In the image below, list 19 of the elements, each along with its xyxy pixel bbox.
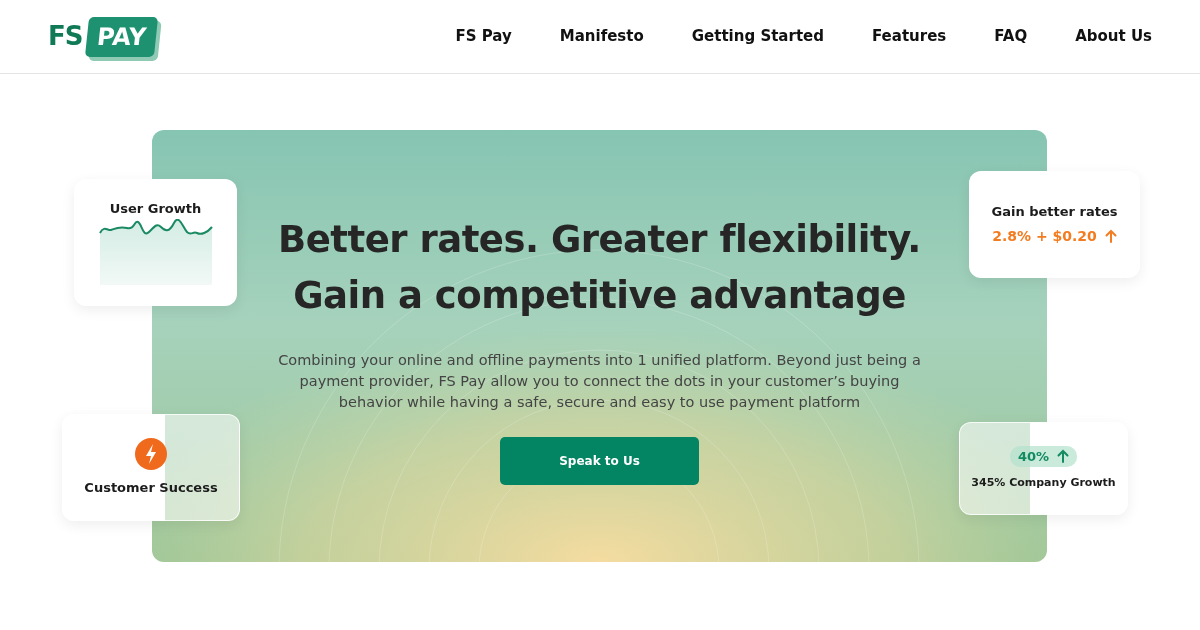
nav-link[interactable]: Features [871, 25, 947, 48]
rate-value: 2.8% + $0.20 [992, 226, 1097, 246]
nav-link[interactable]: FAQ [994, 25, 1028, 48]
card-title: Gain better rates [991, 203, 1118, 222]
card-title: Customer Success [84, 478, 218, 497]
nav-link[interactable]: Manifesto [559, 25, 644, 48]
growth-value: 40% [1017, 447, 1050, 466]
card-title: User Growth [109, 200, 202, 218]
speak-button[interactable]: Speak to Us [500, 437, 699, 485]
headline: Gain a competitive advantage [293, 273, 906, 319]
lightning-icon [135, 437, 167, 470]
headline: Better rates. Greater flexibility. [278, 217, 921, 263]
nav-link[interactable]: About Us [1075, 25, 1152, 48]
up-arrow-icon [1057, 449, 1070, 464]
up-arrow-icon [1104, 229, 1117, 244]
card-title: 345% Company Growth [971, 475, 1116, 491]
nav-link[interactable]: Getting Started [691, 25, 824, 48]
nav-link[interactable]: FS Pay [455, 25, 512, 48]
hero-description: Combining your online and offline payments into 1 unified platform. Beyond just being a payment provider, FS Pay allow you to connect the dots in your customer’s buying behavior while having a safe, secure and easy to use payment platform [277, 351, 922, 412]
